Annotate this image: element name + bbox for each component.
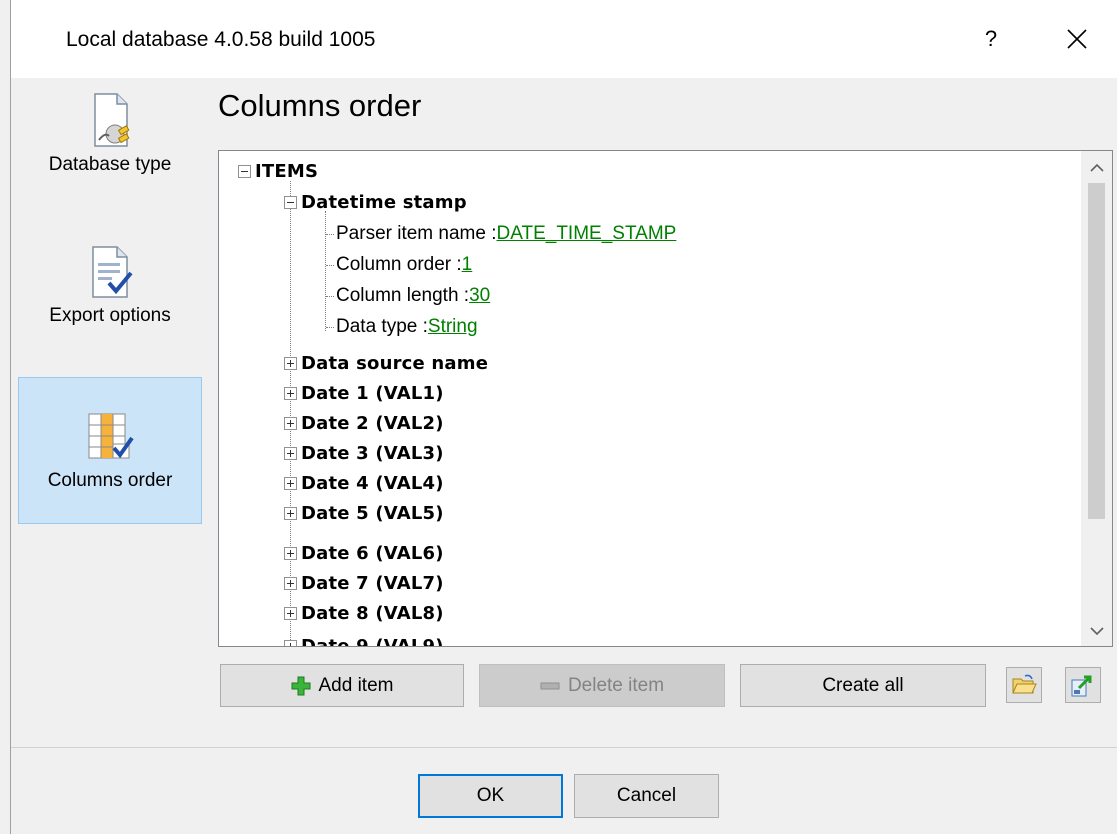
- tree-property-column-order: Column order : 1: [336, 250, 472, 280]
- tree-node-label: Date 2 (VAL2): [301, 412, 444, 434]
- tree-node-label: Date 1 (VAL1): [301, 382, 444, 404]
- tree-node-label: Datetime stamp: [301, 191, 467, 213]
- property-value-link[interactable]: 30: [469, 285, 490, 307]
- expand-toggle[interactable]: [284, 576, 297, 590]
- tree-guide-line: [325, 211, 326, 331]
- tree-node-label: Date 4 (VAL4): [301, 472, 444, 494]
- tree-item[interactable]: Date 7 (VAL7): [284, 568, 444, 598]
- chevron-up-icon: [1089, 163, 1104, 172]
- sidebar-item-columns-order[interactable]: Columns order: [18, 377, 202, 524]
- expand-toggle[interactable]: [284, 356, 297, 370]
- open-folder-icon: [1012, 674, 1037, 694]
- ok-button[interactable]: OK: [418, 774, 563, 818]
- expand-toggle[interactable]: [284, 476, 297, 490]
- property-label: Column length :: [336, 285, 470, 306]
- expand-toggle[interactable]: [284, 639, 297, 646]
- property-value-link[interactable]: 1: [462, 254, 473, 276]
- close-button[interactable]: [1047, 14, 1107, 64]
- property-label: Data type :: [336, 316, 428, 337]
- open-folder-button[interactable]: [1006, 667, 1042, 703]
- close-icon: [1067, 29, 1087, 49]
- tree-guide-line: [326, 265, 334, 266]
- sidebar-item-label: Export options: [49, 305, 171, 326]
- tree-item[interactable]: Date 4 (VAL4): [284, 468, 444, 498]
- tree-node-label: Date 6 (VAL6): [301, 542, 444, 564]
- expand-toggle[interactable]: [284, 506, 297, 520]
- tree-node-label: Date 5 (VAL5): [301, 502, 444, 524]
- tree-item[interactable]: Date 6 (VAL6): [284, 538, 444, 568]
- sidebar-item-export-options[interactable]: Export options: [18, 243, 202, 363]
- cancel-label: Cancel: [616, 785, 677, 806]
- tree-root-items[interactable]: ITEMS: [238, 156, 318, 186]
- window-title: Local database 4.0.58 build 1005: [66, 28, 376, 51]
- tree-node-label: Date 8 (VAL8): [301, 602, 444, 624]
- expand-toggle[interactable]: [284, 546, 297, 560]
- tree-property-column-length: Column length : 30: [336, 281, 490, 311]
- expand-toggle[interactable]: [284, 386, 297, 400]
- create-all-button[interactable]: Create all: [740, 664, 986, 707]
- page-title: Columns order: [218, 88, 422, 123]
- columns-tree[interactable]: ITEMS Datetime stamp Parser item name : …: [219, 151, 1081, 646]
- expand-toggle[interactable]: [284, 606, 297, 620]
- database-plug-icon: [94, 93, 130, 147]
- tree-item[interactable]: Date 9 (VAL9): [284, 631, 444, 646]
- tree-property-parser-item-name: Parser item name : DATE_TIME_STAMP: [336, 219, 676, 249]
- export-arrow-icon: [1071, 675, 1092, 697]
- grid-check-icon: [88, 413, 134, 459]
- dialog-window: Local database 4.0.58 build 1005 ? Datab…: [10, 0, 1117, 834]
- vertical-scrollbar[interactable]: [1081, 151, 1112, 646]
- tree-guide-line: [326, 234, 334, 235]
- tree-node-label: ITEMS: [255, 160, 319, 182]
- delete-item-label: Delete item: [567, 674, 665, 696]
- tree-guide-line: [326, 296, 334, 297]
- tree-property-data-type: Data type : String: [336, 312, 478, 342]
- tree-item[interactable]: Date 5 (VAL5): [284, 498, 444, 528]
- title-bar: Local database 4.0.58 build 1005 ?: [11, 0, 1117, 78]
- dialog-footer: OK Cancel: [11, 748, 1117, 834]
- tree-item-datetime-stamp[interactable]: Datetime stamp: [284, 187, 467, 217]
- tree-guide-line: [326, 327, 334, 328]
- expand-toggle[interactable]: [284, 416, 297, 430]
- scroll-down-button[interactable]: [1081, 616, 1112, 646]
- tree-node-label: Date 9 (VAL9): [301, 635, 444, 647]
- property-value-link[interactable]: DATE_TIME_STAMP: [497, 223, 677, 245]
- collapse-toggle[interactable]: [238, 164, 251, 178]
- checklist-icon: [92, 246, 133, 298]
- add-item-button[interactable]: Add item: [220, 664, 464, 707]
- tree-node-label: Date 3 (VAL3): [301, 442, 444, 464]
- tree-item[interactable]: Date 1 (VAL1): [284, 378, 444, 408]
- sidebar-item-label: Database type: [48, 154, 172, 175]
- cancel-button[interactable]: Cancel: [574, 774, 719, 818]
- sidebar-item-database-type[interactable]: Database type: [18, 92, 202, 212]
- plus-icon: [291, 676, 310, 695]
- tree-item[interactable]: Date 8 (VAL8): [284, 598, 444, 628]
- chevron-down-icon: [1089, 627, 1104, 636]
- property-label: Column order :: [336, 254, 462, 275]
- expand-toggle[interactable]: [284, 446, 297, 460]
- property-label: Parser item name :: [336, 223, 497, 244]
- scrollbar-thumb[interactable]: [1088, 183, 1105, 519]
- property-value-link[interactable]: String: [428, 316, 478, 338]
- ok-label: OK: [476, 785, 505, 806]
- delete-item-button[interactable]: Delete item: [479, 664, 725, 707]
- collapse-toggle[interactable]: [284, 195, 297, 209]
- tree-item[interactable]: Date 3 (VAL3): [284, 438, 444, 468]
- help-button[interactable]: ?: [961, 14, 1021, 64]
- create-all-label: Create all: [822, 674, 904, 696]
- tree-item[interactable]: Date 2 (VAL2): [284, 408, 444, 438]
- tree-item[interactable]: Data source name: [284, 348, 488, 378]
- export-button[interactable]: [1065, 667, 1101, 703]
- sidebar-item-label: Columns order: [47, 470, 173, 491]
- tree-node-label: Data source name: [301, 352, 489, 374]
- scroll-up-button[interactable]: [1081, 153, 1112, 183]
- minus-icon: [540, 682, 560, 689]
- add-item-label: Add item: [318, 674, 394, 696]
- tree-node-label: Date 7 (VAL7): [301, 572, 444, 594]
- columns-tree-panel: ITEMS Datetime stamp Parser item name : …: [218, 150, 1113, 647]
